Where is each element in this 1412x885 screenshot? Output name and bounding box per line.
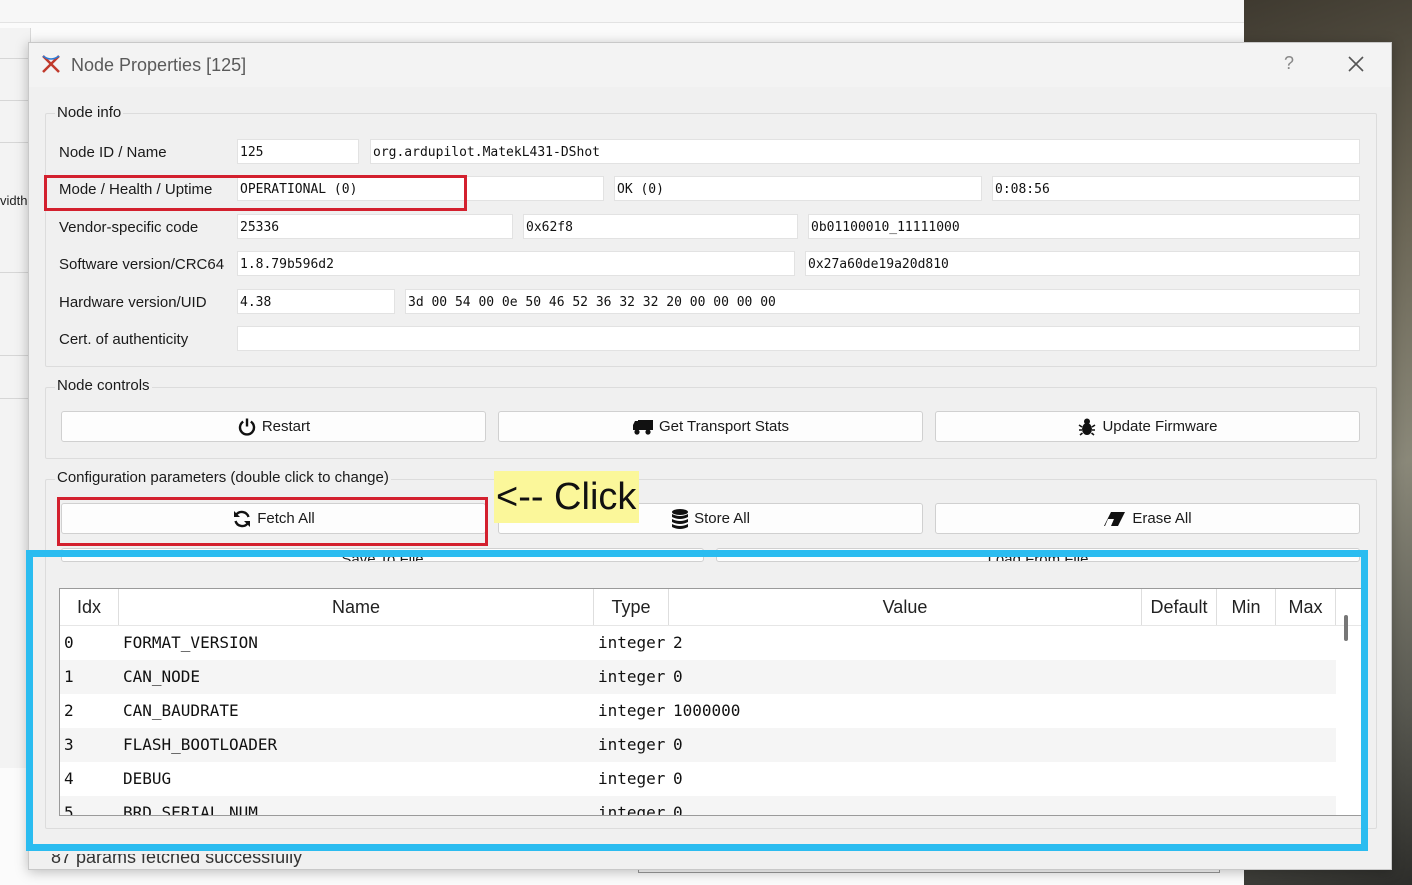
help-button[interactable]: ? <box>1279 53 1299 74</box>
store-all-label: Store All <box>694 510 750 527</box>
erase-all-button[interactable]: Erase All <box>935 503 1360 534</box>
hardware-version-label: Hardware version/UID <box>59 294 207 311</box>
close-icon[interactable] <box>1343 51 1369 77</box>
status-bar: 87 params fetched successfully <box>51 854 451 868</box>
eraser-icon <box>1104 511 1126 526</box>
config-parameters-title: Configuration parameters (double click t… <box>55 469 391 486</box>
health-field[interactable]: OK (0) <box>614 176 982 201</box>
node-id-field[interactable]: 125 <box>237 139 359 164</box>
mode-highlight-box <box>44 175 467 211</box>
update-firmware-label: Update Firmware <box>1102 418 1218 435</box>
restart-button[interactable]: Restart <box>61 411 486 442</box>
background-divider <box>0 142 30 143</box>
background-divider <box>0 398 30 399</box>
certificate-label: Cert. of authenticity <box>59 331 189 348</box>
bug-icon <box>1079 418 1096 436</box>
node-id-label: Node ID / Name <box>59 144 167 161</box>
hardware-version-field[interactable]: 4.38 <box>237 289 395 314</box>
database-icon <box>672 508 689 529</box>
status-text: 87 params fetched successfully <box>51 854 303 867</box>
window-title: Node Properties [125] <box>71 55 247 75</box>
title-bar: Node Properties [125] ? <box>29 43 1391 87</box>
vendor-code-decimal-field[interactable]: 25336 <box>237 214 513 239</box>
software-version-label: Software version/CRC64 <box>59 256 225 273</box>
certificate-field[interactable] <box>237 326 1360 351</box>
get-transport-stats-button[interactable]: Get Transport Stats <box>498 411 923 442</box>
node-info-title: Node info <box>55 104 124 121</box>
fetch-all-highlight-box <box>57 497 488 546</box>
vendor-code-binary-field[interactable]: 0b01100010_11111000 <box>808 214 1360 239</box>
background-title-strip <box>0 0 1244 23</box>
background-divider <box>0 100 30 101</box>
node-name-field[interactable]: org.ardupilot.MatekL431-DShot <box>370 139 1360 164</box>
truck-icon <box>632 419 653 435</box>
get-transport-stats-label: Get Transport Stats <box>658 418 790 435</box>
vendor-code-label: Vendor-specific code <box>59 219 199 236</box>
uid-field[interactable]: 3d 00 54 00 0e 50 46 52 36 32 32 20 00 0… <box>405 289 1360 314</box>
erase-all-label: Erase All <box>1132 510 1192 527</box>
power-icon <box>238 418 255 436</box>
background-divider <box>0 272 30 273</box>
background-fragment-text: vidth <box>0 193 28 208</box>
table-highlight-box <box>26 550 1368 851</box>
node-controls-title: Node controls <box>55 377 152 394</box>
app-logo-icon <box>40 53 62 75</box>
background-divider <box>0 58 30 59</box>
crc64-field[interactable]: 0x27a60de19a20d810 <box>805 251 1360 276</box>
restart-label: Restart <box>261 418 311 435</box>
software-version-field[interactable]: 1.8.79b596d2 <box>237 251 795 276</box>
vendor-code-hex-field[interactable]: 0x62f8 <box>523 214 798 239</box>
click-annotation: <-- Click <box>494 471 639 523</box>
uptime-field[interactable]: 0:08:56 <box>992 176 1360 201</box>
background-divider <box>0 355 30 356</box>
update-firmware-button[interactable]: Update Firmware <box>935 411 1360 442</box>
